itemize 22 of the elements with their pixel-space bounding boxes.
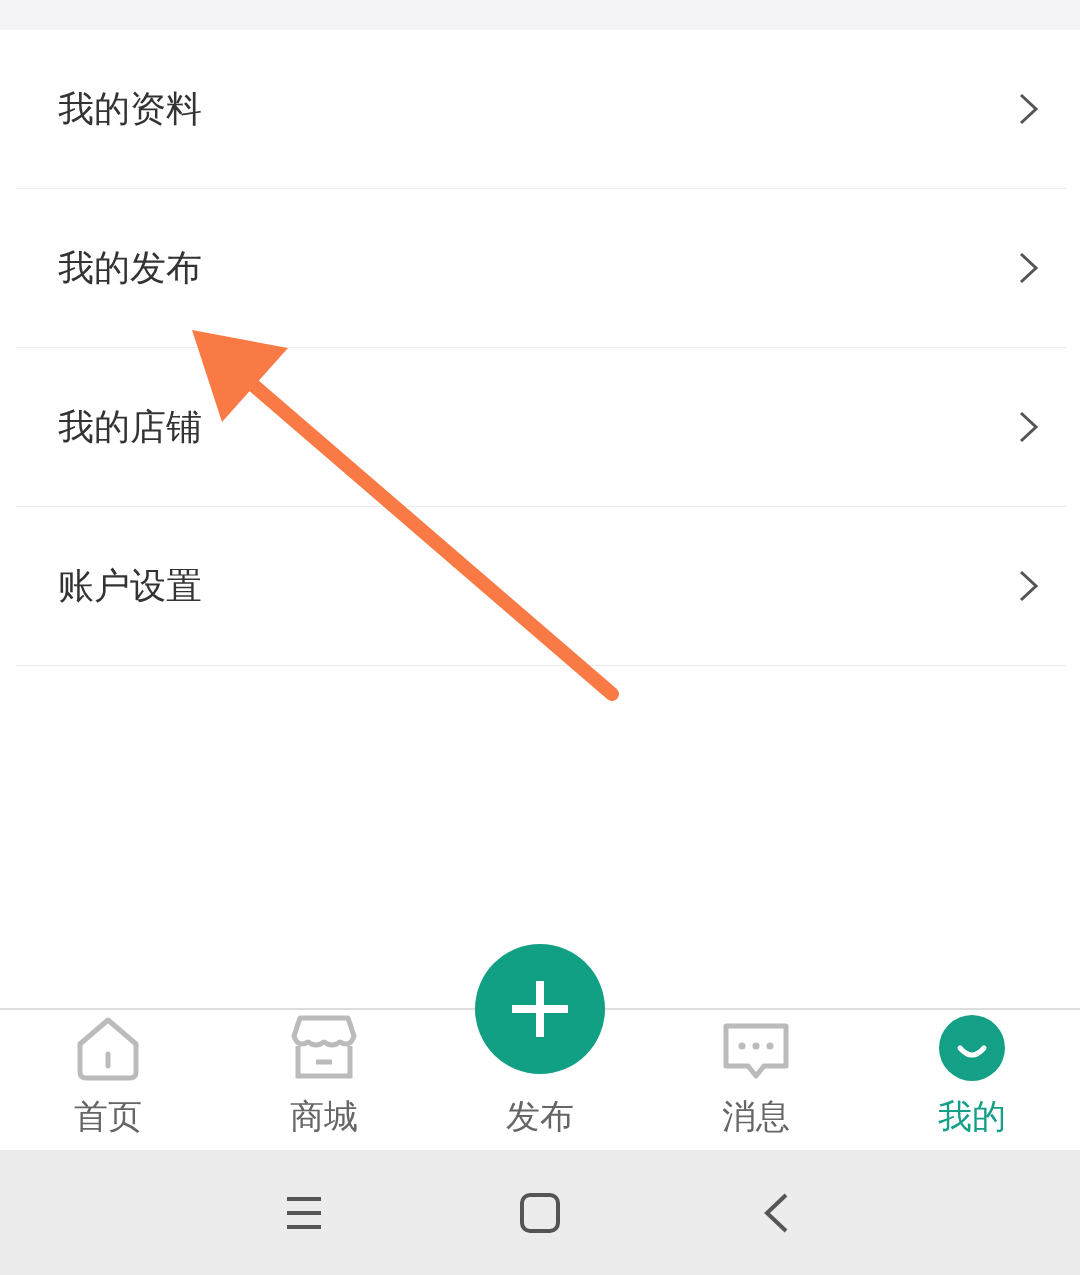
chevron-icon	[1018, 410, 1040, 444]
menu-item[interactable]: 账户设置	[16, 507, 1066, 666]
back-icon[interactable]	[763, 1192, 789, 1233]
chevron-icon	[1018, 569, 1040, 603]
menu-icon[interactable]	[285, 1195, 323, 1230]
tab[interactable]: 我的	[864, 1010, 1080, 1150]
menu-label: 我的资料	[58, 86, 202, 131]
tab[interactable]: 首页	[0, 1010, 216, 1150]
tab[interactable]: 商城	[216, 1010, 432, 1150]
chat-bubble-icon	[722, 1022, 790, 1082]
menu-label: 账户设置	[58, 563, 202, 608]
smile-icon	[938, 1014, 1006, 1082]
tab[interactable]: 发布	[506, 1094, 574, 1140]
menu-label: 我的发布	[58, 245, 202, 290]
plus-icon	[510, 979, 570, 1039]
square-icon[interactable]	[520, 1192, 560, 1233]
chevron-icon	[1018, 251, 1040, 285]
shop-icon	[290, 1014, 358, 1082]
menu-item[interactable]: 我的资料	[16, 30, 1066, 189]
chevron-icon	[1018, 92, 1040, 126]
menu-label: 我的店铺	[58, 404, 202, 449]
tab[interactable]: 消息	[648, 1010, 864, 1150]
